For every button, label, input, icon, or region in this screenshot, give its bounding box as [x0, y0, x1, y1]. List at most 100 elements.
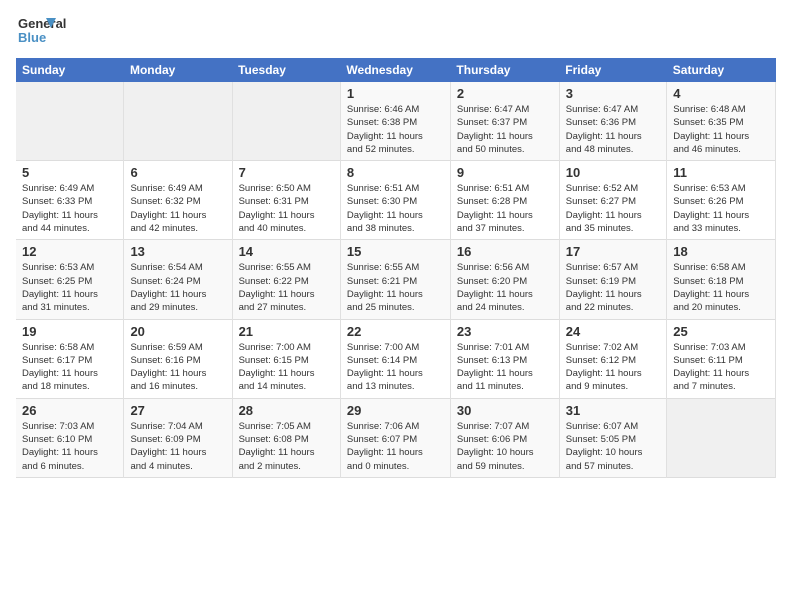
day-info: Sunrise: 6:57 AM Sunset: 6:19 PM Dayligh…	[566, 261, 660, 314]
day-number: 11	[673, 165, 769, 180]
weekday-header-sunday: Sunday	[16, 58, 124, 82]
day-info: Sunrise: 7:05 AM Sunset: 6:08 PM Dayligh…	[239, 420, 334, 473]
weekday-header-monday: Monday	[124, 58, 232, 82]
calendar-cell: 9 Sunrise: 6:51 AM Sunset: 6:28 PM Daylig…	[450, 161, 559, 240]
day-info: Sunrise: 6:47 AM Sunset: 6:36 PM Dayligh…	[566, 103, 660, 156]
calendar-cell	[667, 398, 776, 477]
day-info: Sunrise: 7:04 AM Sunset: 6:09 PM Dayligh…	[130, 420, 225, 473]
day-number: 13	[130, 244, 225, 259]
calendar-cell: 7 Sunrise: 6:50 AM Sunset: 6:31 PM Daylig…	[232, 161, 340, 240]
day-info: Sunrise: 6:53 AM Sunset: 6:26 PM Dayligh…	[673, 182, 769, 235]
day-info: Sunrise: 6:51 AM Sunset: 6:28 PM Dayligh…	[457, 182, 553, 235]
day-number: 18	[673, 244, 769, 259]
calendar-cell	[16, 82, 124, 161]
day-number: 20	[130, 324, 225, 339]
day-number: 15	[347, 244, 444, 259]
calendar-cell: 16Sunrise: 6:56 AM Sunset: 6:20 PM Dayli…	[450, 240, 559, 319]
calendar-cell: 14 Sunrise: 6:55 AM Sunset: 6:22 PM Dayli…	[232, 240, 340, 319]
day-info: Sunrise: 6:54 AM Sunset: 6:24 PM Dayligh…	[130, 261, 225, 314]
day-info: Sunrise: 7:00 AM Sunset: 6:14 PM Dayligh…	[347, 341, 444, 394]
day-info: Sunrise: 6:55 AM Sunset: 6:21 PM Dayligh…	[347, 261, 444, 314]
day-number: 14	[239, 244, 334, 259]
calendar-cell: 15 Sunrise: 6:55 AM Sunset: 6:21 PM Dayli…	[340, 240, 450, 319]
calendar-cell: 6 Sunrise: 6:49 AM Sunset: 6:32 PM Daylig…	[124, 161, 232, 240]
day-number: 2	[457, 86, 553, 101]
calendar-cell: 4Sunrise: 6:48 AM Sunset: 6:35 PM Daylig…	[667, 82, 776, 161]
day-number: 1	[347, 86, 444, 101]
calendar-cell: 27 Sunrise: 7:04 AM Sunset: 6:09 PM Dayli…	[124, 398, 232, 477]
page-container: General Blue SundayMondayTuesdayWednesda…	[0, 0, 792, 488]
day-info: Sunrise: 6:49 AM Sunset: 6:32 PM Dayligh…	[130, 182, 225, 235]
day-number: 7	[239, 165, 334, 180]
day-info: Sunrise: 6:56 AM Sunset: 6:20 PM Dayligh…	[457, 261, 553, 314]
day-info: Sunrise: 7:03 AM Sunset: 6:10 PM Dayligh…	[22, 420, 117, 473]
day-number: 12	[22, 244, 117, 259]
calendar-table: SundayMondayTuesdayWednesdayThursdayFrid…	[16, 58, 776, 478]
day-number: 21	[239, 324, 334, 339]
day-info: Sunrise: 6:58 AM Sunset: 6:17 PM Dayligh…	[22, 341, 117, 394]
calendar-cell: 1Sunrise: 6:46 AM Sunset: 6:38 PM Daylig…	[340, 82, 450, 161]
day-info: Sunrise: 6:07 AM Sunset: 5:05 PM Dayligh…	[566, 420, 660, 473]
day-info: Sunrise: 7:01 AM Sunset: 6:13 PM Dayligh…	[457, 341, 553, 394]
day-number: 29	[347, 403, 444, 418]
day-number: 25	[673, 324, 769, 339]
calendar-cell: 25 Sunrise: 7:03 AM Sunset: 6:11 PM Dayli…	[667, 319, 776, 398]
day-number: 5	[22, 165, 117, 180]
day-info: Sunrise: 6:51 AM Sunset: 6:30 PM Dayligh…	[347, 182, 444, 235]
day-number: 10	[566, 165, 660, 180]
svg-text:General: General	[18, 16, 66, 31]
day-info: Sunrise: 6:58 AM Sunset: 6:18 PM Dayligh…	[673, 261, 769, 314]
day-info: Sunrise: 6:50 AM Sunset: 6:31 PM Dayligh…	[239, 182, 334, 235]
day-info: Sunrise: 6:55 AM Sunset: 6:22 PM Dayligh…	[239, 261, 334, 314]
day-number: 28	[239, 403, 334, 418]
calendar-cell: 11 Sunrise: 6:53 AM Sunset: 6:26 PM Dayli…	[667, 161, 776, 240]
day-number: 22	[347, 324, 444, 339]
logo: General Blue	[16, 10, 96, 50]
calendar-cell	[124, 82, 232, 161]
day-info: Sunrise: 6:47 AM Sunset: 6:37 PM Dayligh…	[457, 103, 553, 156]
weekday-header-thursday: Thursday	[450, 58, 559, 82]
day-info: Sunrise: 6:59 AM Sunset: 6:16 PM Dayligh…	[130, 341, 225, 394]
day-number: 6	[130, 165, 225, 180]
weekday-header-friday: Friday	[559, 58, 666, 82]
calendar-week-row: 19Sunrise: 6:58 AM Sunset: 6:17 PM Dayli…	[16, 319, 776, 398]
day-info: Sunrise: 7:00 AM Sunset: 6:15 PM Dayligh…	[239, 341, 334, 394]
calendar-week-row: 12Sunrise: 6:53 AM Sunset: 6:25 PM Dayli…	[16, 240, 776, 319]
weekday-header-tuesday: Tuesday	[232, 58, 340, 82]
calendar-cell: 30Sunrise: 7:07 AM Sunset: 6:06 PM Dayli…	[450, 398, 559, 477]
day-number: 3	[566, 86, 660, 101]
calendar-cell: 21 Sunrise: 7:00 AM Sunset: 6:15 PM Dayli…	[232, 319, 340, 398]
calendar-cell: 26Sunrise: 7:03 AM Sunset: 6:10 PM Dayli…	[16, 398, 124, 477]
weekday-header-saturday: Saturday	[667, 58, 776, 82]
calendar-week-row: 26Sunrise: 7:03 AM Sunset: 6:10 PM Dayli…	[16, 398, 776, 477]
calendar-cell: 17 Sunrise: 6:57 AM Sunset: 6:19 PM Dayli…	[559, 240, 666, 319]
calendar-cell: 3 Sunrise: 6:47 AM Sunset: 6:36 PM Daylig…	[559, 82, 666, 161]
day-info: Sunrise: 7:06 AM Sunset: 6:07 PM Dayligh…	[347, 420, 444, 473]
day-number: 24	[566, 324, 660, 339]
logo-icon: General Blue	[16, 10, 96, 50]
weekday-header-wednesday: Wednesday	[340, 58, 450, 82]
weekday-header-row: SundayMondayTuesdayWednesdayThursdayFrid…	[16, 58, 776, 82]
day-number: 31	[566, 403, 660, 418]
day-number: 30	[457, 403, 553, 418]
calendar-cell	[232, 82, 340, 161]
calendar-cell: 13 Sunrise: 6:54 AM Sunset: 6:24 PM Dayli…	[124, 240, 232, 319]
calendar-cell: 18 Sunrise: 6:58 AM Sunset: 6:18 PM Dayli…	[667, 240, 776, 319]
day-info: Sunrise: 7:02 AM Sunset: 6:12 PM Dayligh…	[566, 341, 660, 394]
calendar-cell: 19Sunrise: 6:58 AM Sunset: 6:17 PM Dayli…	[16, 319, 124, 398]
calendar-cell: 10 Sunrise: 6:52 AM Sunset: 6:27 PM Dayli…	[559, 161, 666, 240]
day-number: 17	[566, 244, 660, 259]
day-info: Sunrise: 6:52 AM Sunset: 6:27 PM Dayligh…	[566, 182, 660, 235]
calendar-week-row: 1Sunrise: 6:46 AM Sunset: 6:38 PM Daylig…	[16, 82, 776, 161]
day-number: 9	[457, 165, 553, 180]
calendar-cell: 12Sunrise: 6:53 AM Sunset: 6:25 PM Dayli…	[16, 240, 124, 319]
day-number: 27	[130, 403, 225, 418]
day-info: Sunrise: 6:48 AM Sunset: 6:35 PM Dayligh…	[673, 103, 769, 156]
calendar-week-row: 5 Sunrise: 6:49 AM Sunset: 6:33 PM Daylig…	[16, 161, 776, 240]
calendar-cell: 8Sunrise: 6:51 AM Sunset: 6:30 PM Daylig…	[340, 161, 450, 240]
calendar-cell: 31 Sunrise: 6:07 AM Sunset: 5:05 PM Dayli…	[559, 398, 666, 477]
day-info: Sunrise: 7:03 AM Sunset: 6:11 PM Dayligh…	[673, 341, 769, 394]
svg-text:Blue: Blue	[18, 30, 46, 45]
calendar-cell: 22 Sunrise: 7:00 AM Sunset: 6:14 PM Dayli…	[340, 319, 450, 398]
day-info: Sunrise: 6:49 AM Sunset: 6:33 PM Dayligh…	[22, 182, 117, 235]
